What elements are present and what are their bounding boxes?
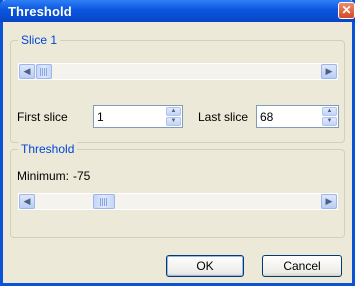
cancel-button[interactable]: Cancel bbox=[262, 255, 342, 277]
slice-scrollbar[interactable]: ◀ ▶ bbox=[18, 63, 338, 80]
dialog-body: Slice 1 ◀ ▶ First slice 1 ▲ ▼ Last slice… bbox=[3, 22, 352, 283]
last-slice-value[interactable]: 68 bbox=[260, 110, 273, 124]
scroll-right-arrow-icon[interactable]: ▶ bbox=[321, 64, 337, 79]
spin-down-icon[interactable]: ▼ bbox=[322, 117, 337, 126]
threshold-scrollbar-thumb[interactable] bbox=[93, 194, 115, 209]
scroll-right-arrow-icon[interactable]: ▶ bbox=[321, 194, 337, 209]
spin-down-icon[interactable]: ▼ bbox=[166, 117, 181, 126]
threshold-group-legend: Threshold bbox=[18, 142, 78, 156]
spin-up-icon[interactable]: ▲ bbox=[166, 107, 181, 116]
last-slice-spinner[interactable]: 68 ▲ ▼ bbox=[256, 105, 339, 128]
threshold-scrollbar[interactable]: ◀ ▶ bbox=[18, 193, 338, 210]
grip-icon bbox=[100, 198, 108, 206]
first-slice-spin-buttons: ▲ ▼ bbox=[166, 107, 181, 126]
first-slice-value[interactable]: 1 bbox=[97, 110, 104, 124]
minimum-value: -75 bbox=[73, 169, 91, 183]
spin-up-icon[interactable]: ▲ bbox=[322, 107, 337, 116]
scroll-left-arrow-icon[interactable]: ◀ bbox=[19, 194, 35, 209]
scroll-left-arrow-icon[interactable]: ◀ bbox=[19, 64, 35, 79]
title-bar[interactable]: Threshold ✕ bbox=[0, 0, 355, 22]
slice-scrollbar-thumb[interactable] bbox=[36, 64, 52, 79]
minimum-label: Minimum: bbox=[17, 169, 70, 183]
slice-group-legend: Slice 1 bbox=[18, 33, 61, 47]
last-slice-spin-buttons: ▲ ▼ bbox=[322, 107, 337, 126]
grip-icon bbox=[40, 68, 48, 76]
first-slice-spinner[interactable]: 1 ▲ ▼ bbox=[93, 105, 183, 128]
window-title: Threshold bbox=[8, 4, 72, 19]
threshold-dialog: Threshold ✕ Slice 1 ◀ ▶ First slice 1 ▲ … bbox=[0, 0, 355, 286]
threshold-group: Threshold Minimum: -75 ◀ ▶ bbox=[10, 142, 345, 238]
close-icon[interactable]: ✕ bbox=[338, 2, 355, 19]
ok-button[interactable]: OK bbox=[166, 255, 244, 277]
last-slice-label: Last slice bbox=[198, 110, 249, 124]
slice-group: Slice 1 ◀ ▶ First slice 1 ▲ ▼ Last slice… bbox=[10, 33, 345, 143]
first-slice-label: First slice bbox=[17, 110, 68, 124]
